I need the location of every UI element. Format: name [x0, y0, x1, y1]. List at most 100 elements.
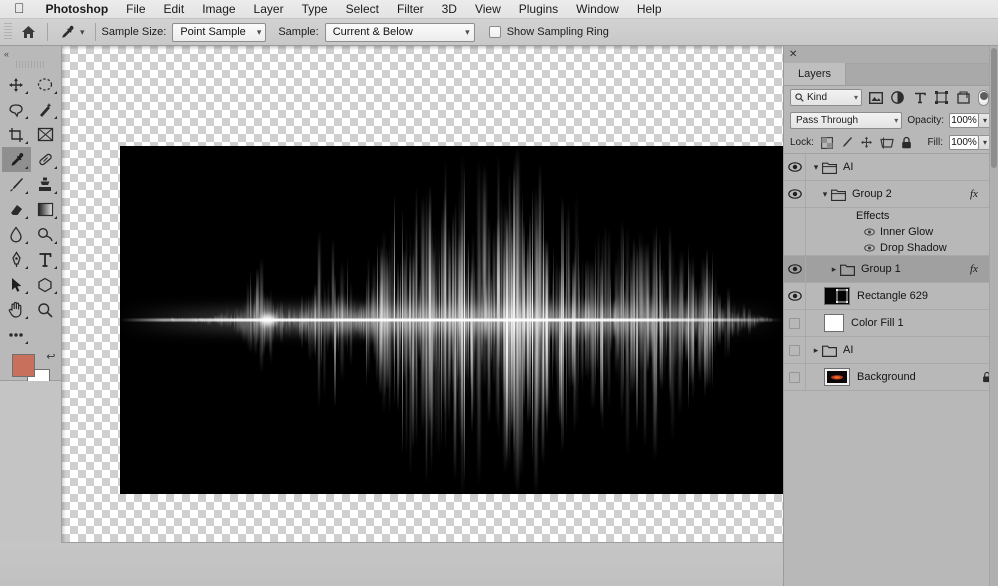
menu-item-edit[interactable]: Edit — [155, 0, 194, 19]
lock-transparent-pixels-icon[interactable] — [820, 136, 834, 150]
layer-row-rectangle-629[interactable]: Rectangle 629 — [784, 283, 998, 310]
disclosure-chevron-down-icon[interactable]: ▾ — [810, 162, 822, 173]
menu-item-layer[interactable]: Layer — [245, 0, 293, 19]
layer-visibility-toggle[interactable] — [784, 283, 806, 309]
layer-row-group-2[interactable]: ▾ Group 2 fx ▴ — [784, 181, 998, 208]
layer-body[interactable]: ▾ Group 2 — [806, 188, 970, 201]
filter-shape-icon[interactable] — [933, 89, 950, 106]
blend-mode-select[interactable]: Pass Through ▾ — [790, 112, 903, 129]
menu-item-filter[interactable]: Filter — [388, 0, 433, 19]
filter-adjustment-icon[interactable] — [889, 89, 906, 106]
menu-item-3d[interactable]: 3D — [433, 0, 466, 19]
eyedropper-tool[interactable] — [1, 147, 31, 172]
menu-item-window[interactable]: Window — [567, 0, 628, 19]
layer-visibility-toggle[interactable] — [784, 364, 806, 390]
pen-tool[interactable] — [2, 247, 31, 272]
filter-smartobject-icon[interactable] — [955, 89, 972, 106]
brush-tool[interactable] — [2, 172, 31, 197]
swap-arrows-icon[interactable]: ↩ — [46, 350, 55, 363]
layer-row-ai-top[interactable]: ▾ AI — [784, 154, 998, 181]
type-tool[interactable] — [31, 247, 60, 272]
scrollbar-thumb[interactable] — [991, 48, 997, 168]
layer-body[interactable]: ▸ Group 1 — [806, 263, 970, 276]
effect-entry[interactable]: Drop Shadow — [806, 242, 947, 254]
effect-body[interactable]: Inner Glow — [806, 226, 998, 238]
layers-panel-scrollbar[interactable] — [989, 46, 998, 586]
opacity-value[interactable]: 100% — [949, 113, 979, 128]
layer-row-color-fill-1[interactable]: Color Fill 1 — [784, 310, 998, 337]
lock-position-icon[interactable] — [860, 136, 874, 150]
sample-size-select[interactable]: Point Sample ▾ — [172, 22, 267, 42]
layer-thumbnail[interactable] — [824, 368, 850, 386]
dodge-tool[interactable] — [31, 222, 60, 247]
visibility-checkbox[interactable] — [789, 344, 800, 356]
layer-visibility-toggle[interactable] — [784, 256, 806, 282]
fill-value[interactable]: 100% — [949, 135, 979, 150]
menu-item-photoshop[interactable]: Photoshop — [37, 0, 118, 19]
menu-item-plugins[interactable]: Plugins — [510, 0, 567, 19]
layer-row-group-1[interactable]: ▸ Group 1 fx ▾ — [784, 256, 998, 283]
gradient-tool[interactable] — [31, 197, 60, 222]
show-sampling-ring-checkbox[interactable] — [488, 26, 501, 38]
filter-type-icon[interactable] — [911, 89, 928, 106]
crop-tool[interactable] — [2, 122, 31, 147]
effect-row-drop-shadow[interactable]: Drop Shadow — [784, 240, 998, 256]
filter-enable-toggle[interactable] — [978, 89, 989, 106]
layer-row-ai-bottom[interactable]: ▸ AI — [784, 337, 998, 364]
disclosure-chevron-right-icon[interactable]: ▸ — [810, 345, 822, 356]
move-tool[interactable] — [2, 72, 31, 97]
layer-body[interactable]: Color Fill 1 — [806, 314, 998, 332]
edit-toolbar-tool[interactable] — [2, 322, 31, 347]
filter-pixel-icon[interactable] — [867, 89, 884, 106]
menu-item-view[interactable]: View — [466, 0, 510, 19]
layer-body[interactable]: ▸ AI — [806, 344, 998, 357]
zoom-tool[interactable] — [31, 297, 60, 322]
layer-body[interactable]: Background — [806, 368, 982, 386]
chevron-down-icon[interactable]: ▾ — [80, 27, 85, 38]
current-tool-preset[interactable]: ▾ — [54, 21, 89, 43]
menu-item-image[interactable]: Image — [193, 0, 244, 19]
lock-image-pixels-icon[interactable] — [840, 136, 854, 150]
tab-layers[interactable]: Layers — [784, 63, 847, 85]
frame-tool[interactable] — [31, 122, 60, 147]
lasso-tool[interactable] — [2, 97, 31, 122]
menu-item-file[interactable]: File — [117, 0, 154, 19]
path-selection-tool[interactable] — [2, 272, 31, 297]
magic-wand-tool[interactable] — [31, 97, 60, 122]
blur-tool[interactable] — [2, 222, 31, 247]
sample-select[interactable]: Current & Below ▾ — [324, 22, 475, 42]
hand-tool[interactable] — [2, 297, 31, 322]
options-bar-grip[interactable] — [4, 23, 12, 41]
filter-kind-select[interactable]: Kind ▾ — [790, 89, 862, 106]
layer-visibility-toggle[interactable] — [784, 181, 806, 207]
show-sampling-ring-row[interactable]: Show Sampling Ring — [488, 26, 609, 38]
visibility-checkbox[interactable] — [789, 317, 800, 329]
close-icon[interactable]: ✕ — [789, 49, 797, 60]
visibility-checkbox[interactable] — [789, 371, 800, 383]
elliptical-marquee-tool[interactable] — [31, 72, 60, 97]
foreground-color-swatch[interactable] — [11, 354, 35, 377]
clone-stamp-tool[interactable] — [31, 172, 60, 197]
layer-row-background[interactable]: Background — [784, 364, 998, 391]
layer-body[interactable]: Rectangle 629 — [806, 287, 998, 305]
layer-body[interactable]: ▾ AI — [806, 161, 998, 174]
apple-logo-icon[interactable]:  — [12, 1, 37, 17]
lock-all-icon[interactable] — [900, 136, 914, 150]
menu-item-help[interactable]: Help — [628, 0, 671, 19]
disclosure-chevron-down-icon[interactable]: ▾ — [819, 189, 831, 200]
polygon-tool[interactable] — [31, 272, 60, 297]
toolbar-grip[interactable] — [15, 61, 46, 68]
effect-body[interactable]: Drop Shadow — [806, 242, 998, 254]
fill-control[interactable]: 100% ▾ — [949, 135, 992, 150]
layer-visibility-toggle[interactable] — [784, 154, 806, 180]
lock-artboard-nesting-icon[interactable] — [880, 136, 894, 150]
layer-visibility-toggle[interactable] — [784, 310, 806, 336]
document-canvas-area[interactable] — [62, 46, 783, 543]
disclosure-chevron-right-icon[interactable]: ▸ — [828, 264, 840, 275]
artwork-canvas[interactable] — [120, 146, 783, 494]
menu-item-select[interactable]: Select — [337, 0, 388, 19]
effect-row-inner-glow[interactable]: Inner Glow — [784, 224, 998, 240]
double-chevron-left-icon[interactable]: « — [0, 48, 61, 60]
layer-thumbnail[interactable] — [824, 314, 844, 332]
layer-visibility-toggle[interactable] — [784, 337, 806, 363]
